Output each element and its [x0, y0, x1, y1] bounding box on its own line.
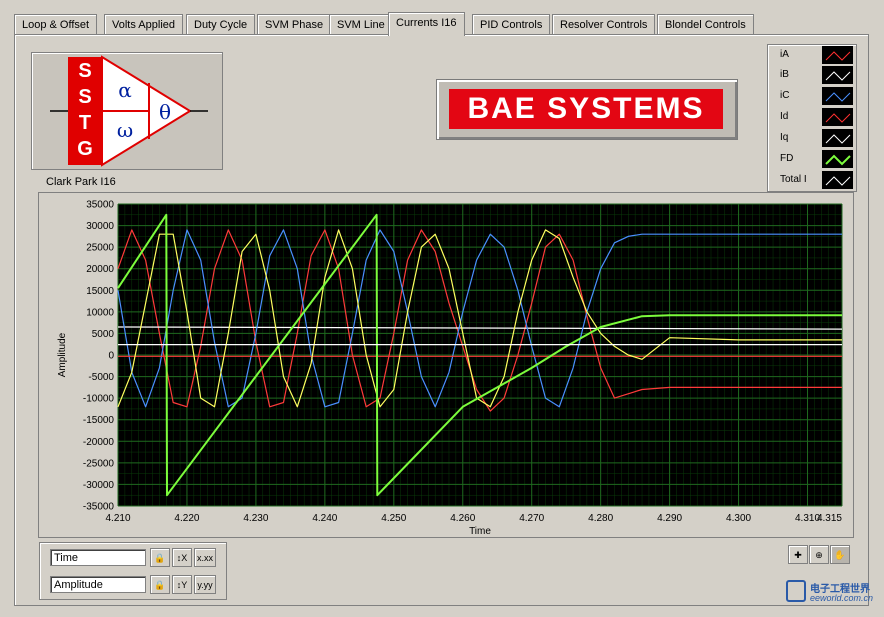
x-scale-name-field[interactable]: Time [50, 549, 146, 566]
legend-item[interactable]: Total I [768, 170, 856, 190]
x-tick-label: 4.220 [174, 513, 199, 524]
legend-label: Iq [780, 132, 789, 143]
legend-swatch [822, 108, 853, 126]
plot-legend[interactable]: iA iB iC Id Iq FD Total I [767, 44, 857, 192]
scale-legend: Time 🔒 ↕X x.xx Amplitude 🔒 ↕Y y.yy [39, 542, 227, 600]
legend-label: Total I [780, 174, 807, 185]
graph-palette: ✚ ⊕ ✋ [788, 545, 852, 565]
x-autoscale-button[interactable]: ↕X [172, 548, 192, 567]
x-axis-label: Time [469, 526, 491, 537]
legend-swatch [822, 66, 853, 84]
y-tick-label: 35000 [86, 200, 114, 211]
logo-letter-3: T [79, 112, 91, 134]
legend-label: FD [780, 153, 794, 164]
y-tick-label: -25000 [83, 458, 115, 469]
y-format-button[interactable]: y.yy [194, 575, 216, 594]
y-tick-label: 20000 [86, 264, 114, 275]
sstg-logo: S S T G α ω θ [31, 52, 223, 170]
y-tick-label: 0 [108, 351, 114, 362]
y-tick-label: 10000 [86, 307, 114, 318]
x-tick-label: 4.300 [726, 513, 751, 524]
legend-item[interactable]: iB [768, 65, 856, 85]
tab-bar: Loop & Offset Volts Applied Duty Cycle S… [14, 12, 884, 36]
y-scale-name-field[interactable]: Amplitude [50, 576, 146, 593]
x-tick-label: 4.210 [105, 513, 130, 524]
logo-theta: θ [159, 100, 171, 124]
x-format-button[interactable]: x.xx [194, 548, 216, 567]
x-tick-label: 4.240 [312, 513, 337, 524]
y-tick-label: -15000 [83, 415, 115, 426]
y-tick-label: -20000 [83, 437, 115, 448]
legend-item[interactable]: iC [768, 86, 856, 106]
y-tick-label: 30000 [86, 221, 114, 232]
y-axis-label: Amplitude [57, 332, 68, 377]
cursor-move-icon[interactable]: ✚ [788, 545, 808, 564]
tab-pid-controls[interactable]: PID Controls [472, 14, 551, 35]
x-tick-label: 4.230 [243, 513, 268, 524]
logo-letter-2: S [78, 86, 91, 108]
legend-label: iA [780, 49, 789, 60]
watermark: 电子工程世界 eeworld.com.cn [786, 578, 882, 608]
x-tick-label: 4.290 [657, 513, 682, 524]
zoom-icon[interactable]: ⊕ [809, 545, 829, 564]
x-lock-icon[interactable]: 🔒 [150, 548, 170, 567]
bae-logo-text: BAE SYSTEMS [449, 89, 723, 129]
y-tick-label: 25000 [86, 243, 114, 254]
y-tick-label: 15000 [86, 286, 114, 297]
legend-swatch [822, 46, 853, 64]
logo-alpha: α [118, 78, 132, 102]
bae-logo: BAE SYSTEMS [436, 79, 738, 140]
tab-blondel-controls[interactable]: Blondel Controls [657, 14, 754, 35]
y-lock-icon[interactable]: 🔒 [150, 575, 170, 594]
pan-hand-icon[interactable]: ✋ [830, 545, 850, 564]
legend-swatch [822, 171, 853, 189]
legend-label: Id [780, 111, 789, 122]
x-tick-label: 4.260 [450, 513, 475, 524]
waveform-graph-svg[interactable]: 4.210 4.220 4.230 4.240 4.250 4.260 4.270 4.280… [39, 193, 853, 537]
x-tick-label: 4.315 [817, 513, 842, 524]
y-tick-label: -30000 [83, 480, 115, 491]
tab-svm-phase[interactable]: SVM Phase [257, 14, 332, 35]
legend-label: iB [780, 69, 789, 80]
tab-duty-cycle[interactable]: Duty Cycle [186, 14, 256, 35]
y-autoscale-button[interactable]: ↕Y [172, 575, 192, 594]
x-tick-label: 4.280 [588, 513, 613, 524]
x-tick-label: 4.270 [519, 513, 544, 524]
sstg-logo-graphic: S S T G α ω θ [50, 55, 208, 167]
legend-item[interactable]: FD [768, 149, 856, 169]
waveform-graph[interactable]: 4.210 4.220 4.230 4.240 4.250 4.260 4.270 4.280… [38, 192, 854, 538]
tab-loop-offset[interactable]: Loop & Offset [14, 14, 98, 35]
tab-svm-line[interactable]: SVM Line [329, 14, 393, 35]
legend-swatch [822, 150, 853, 168]
x-tick-label: 4.250 [381, 513, 406, 524]
logo-letter-1: S [78, 60, 91, 82]
legend-swatch [822, 129, 853, 147]
logo-letter-4: G [77, 138, 93, 160]
logo-omega: ω [117, 118, 133, 142]
watermark-line-2: eeworld.com.cn [810, 593, 874, 603]
tab-resolver-controls[interactable]: Resolver Controls [552, 14, 656, 35]
graph-caption: Clark Park I16 [46, 176, 116, 188]
tab-currents-i16[interactable]: Currents I16 [388, 12, 465, 36]
y-tick-label: -5000 [88, 372, 114, 383]
legend-swatch [822, 87, 853, 105]
tab-volts-applied[interactable]: Volts Applied [104, 14, 183, 35]
y-tick-label: -10000 [83, 394, 115, 405]
legend-item[interactable]: iA [768, 45, 856, 65]
legend-item[interactable]: Iq [768, 128, 856, 148]
legend-label: iC [780, 90, 790, 101]
y-tick-label: -35000 [83, 502, 115, 513]
watermark-logo-icon [786, 580, 806, 602]
legend-item[interactable]: Id [768, 107, 856, 127]
y-tick-label: 5000 [92, 329, 115, 340]
